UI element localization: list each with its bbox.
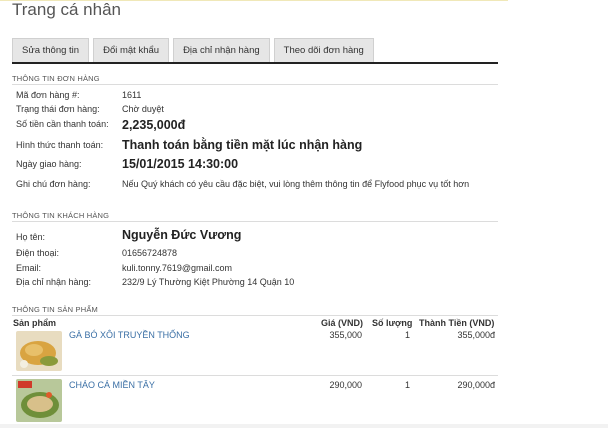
- delivery-date-label: Ngày giao hàng:: [16, 159, 82, 169]
- customer-email-value: kuli.tonny.7619@gmail.com: [122, 263, 233, 273]
- products-section-divider: [12, 315, 498, 316]
- order-section-divider: [12, 84, 498, 85]
- customer-phone-label: Điện thoại:: [16, 248, 60, 258]
- products-header-product: Sản phẩm: [13, 318, 57, 328]
- order-note-label: Ghi chú đơn hàng:: [16, 179, 91, 189]
- product-price: 355,000: [329, 330, 362, 340]
- product-qty: 1: [404, 380, 410, 390]
- tab-shipping-address[interactable]: Địa chỉ nhận hàng: [173, 38, 270, 63]
- payment-method-label: Hình thức thanh toán:: [16, 140, 104, 150]
- customer-address-value: 232/9 Lý Thường Kiệt Phường 14 Quận 10: [122, 277, 295, 287]
- products-header-total: Thành Tiền (VND): [419, 318, 495, 328]
- tab-edit-info[interactable]: Sửa thông tin: [12, 38, 90, 63]
- customer-section-divider: [12, 221, 498, 222]
- order-id-value: 1611: [122, 90, 142, 100]
- page-title: Trang cá nhân: [12, 0, 121, 19]
- delivery-date-value: 15/01/2015 14:30:00: [122, 157, 239, 171]
- order-status-label: Trạng thái đơn hàng:: [16, 104, 100, 114]
- order-amount-value: 2,235,000đ: [122, 118, 186, 132]
- tabs-underline: [12, 62, 498, 64]
- order-status-value: Chờ duyệt: [122, 104, 164, 114]
- product-row-divider: [12, 375, 498, 376]
- product-total: 355,000đ: [457, 330, 495, 340]
- customer-phone-value: 01656724878: [122, 248, 178, 258]
- product-name-link[interactable]: GÀ BÓ XÔI TRUYỀN THỐNG: [69, 330, 190, 340]
- order-note-value: Nếu Quý khách có yêu cầu đặc biệt, vui l…: [122, 179, 470, 189]
- customer-section-title: THÔNG TIN KHÁCH HÀNG: [12, 211, 110, 220]
- product-image-fish-porridge[interactable]: [16, 379, 62, 422]
- customer-name-value: Nguyễn Đức Vương: [122, 228, 242, 242]
- product-total: 290,000đ: [457, 380, 495, 390]
- profile-tabs: Sửa thông tin Đổi mật khẩu Địa chỉ nhận …: [12, 38, 374, 63]
- product-name-link[interactable]: CHÁO CÁ MIỀN TÂY: [69, 380, 155, 390]
- product-image-chicken[interactable]: [16, 331, 62, 371]
- customer-email-label: Email:: [16, 263, 42, 273]
- product-qty: 1: [404, 330, 410, 340]
- customer-address-label: Địa chỉ nhận hàng:: [16, 277, 92, 287]
- order-id-label: Mã đơn hàng #:: [16, 90, 80, 100]
- order-section-title: THÔNG TIN ĐƠN HÀNG: [12, 74, 100, 83]
- payment-method-value: Thanh toán bằng tiền mặt lúc nhận hàng: [122, 138, 363, 152]
- tab-order-tracking[interactable]: Theo dõi đơn hàng: [273, 38, 374, 63]
- customer-name-label: Họ tên:: [16, 232, 46, 242]
- product-price: 290,000: [329, 380, 362, 390]
- order-amount-label: Số tiền cần thanh toán:: [16, 119, 109, 129]
- products-header-qty: Số lượng: [372, 318, 413, 328]
- bottom-strip: [0, 424, 608, 428]
- products-header-price: Giá (VND): [321, 318, 364, 328]
- products-section-title: THÔNG TIN SẢN PHẨM: [12, 305, 98, 314]
- tab-change-password[interactable]: Đổi mật khẩu: [93, 38, 170, 63]
